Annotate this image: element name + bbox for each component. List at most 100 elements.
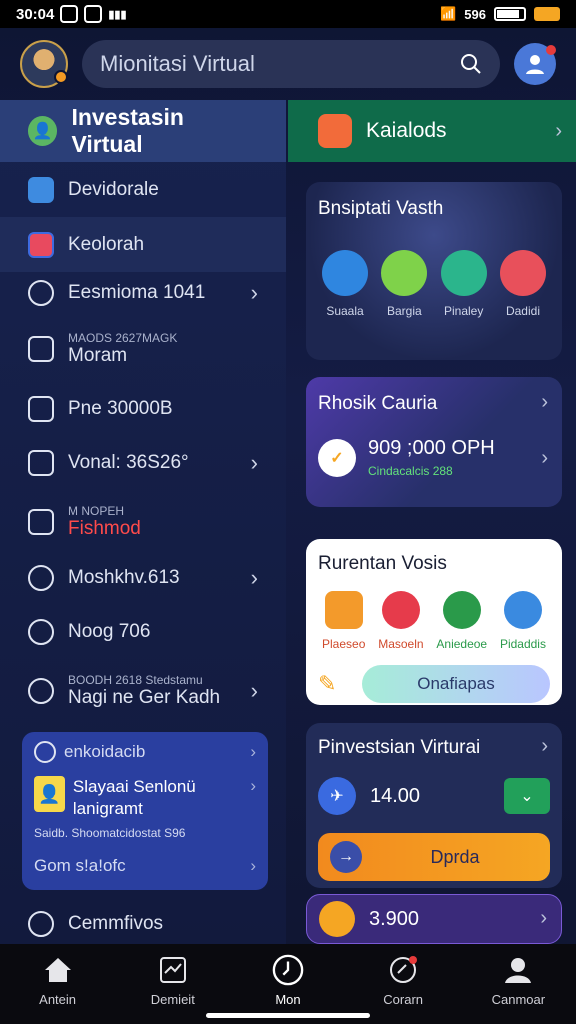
nav-statistics[interactable]: Demieit xyxy=(123,954,223,1007)
sidebar-item[interactable]: BOODH 2618 Stedstamu Nagi ne Ger Kadh › xyxy=(0,660,286,722)
card-title: Rurentan Vosis xyxy=(318,553,447,574)
sidebar-item[interactable]: Vonal: 36S26° › xyxy=(0,434,286,492)
nav-center[interactable]: Mon xyxy=(238,954,338,1007)
sidebar-item-sub: BOODH 2618 Stedstamu xyxy=(68,673,203,687)
sidebar-footer-item[interactable]: Cemmfivos xyxy=(0,906,286,942)
balance-card[interactable]: Rhosik Cauria › ✓ 909 ;000 OPH Cindacalc… xyxy=(306,377,562,507)
sidebar-item-label: Nagi ne Ger Kadh xyxy=(68,687,221,708)
quick-action[interactable]: Dadidi xyxy=(499,250,546,318)
promo-image: 👤 xyxy=(34,776,65,812)
minus-circle-icon xyxy=(28,678,54,704)
nav-label: Demieit xyxy=(150,992,195,1007)
nav-notifications[interactable]: Corarn xyxy=(353,954,453,1007)
nav-home[interactable]: Antein xyxy=(8,954,108,1007)
sidebar-title: Investasin Virtual xyxy=(71,104,184,157)
face-icon xyxy=(381,250,428,296)
balance-sub: Cindacalcis 288 xyxy=(368,464,453,478)
service-label: Masoeln xyxy=(378,637,424,651)
sidebar-item-label: Pne 30000B xyxy=(68,398,173,419)
chevron-right-icon: › xyxy=(250,776,256,795)
invest-button[interactable]: → Dprda xyxy=(318,833,550,881)
chevron-right-icon: › xyxy=(541,391,548,413)
service-label: Plaeseo xyxy=(322,637,366,651)
service-item[interactable]: Pidaddis xyxy=(500,591,546,651)
check-icon xyxy=(381,591,420,629)
pen-icon xyxy=(503,591,542,629)
chevron-right-icon: › xyxy=(541,735,548,757)
service-label: Aniedeoe xyxy=(436,637,488,651)
info-icon xyxy=(28,911,54,937)
service-label: Pidaddis xyxy=(499,637,546,651)
calendar-icon xyxy=(28,336,54,362)
wifi-icon: 📶 xyxy=(440,6,457,21)
promo-title: Slayaai Senlonü lanigramt xyxy=(72,777,196,818)
badge-dot xyxy=(54,70,68,84)
quick-action-label: Bargia xyxy=(386,304,422,318)
chevron-right-icon: › xyxy=(541,447,548,469)
service-item[interactable]: Plaeseo xyxy=(322,591,365,651)
sidebar-item-label: Moram xyxy=(68,345,128,366)
compass-icon xyxy=(387,954,419,986)
quick-action[interactable]: Pinaley xyxy=(440,250,487,318)
sidebar: 👤 Investasin Virtual Devidorale Keolorah… xyxy=(0,100,286,944)
sidebar-item[interactable]: MAODS 2627MAGK Moram xyxy=(0,314,286,384)
wallet-icon xyxy=(28,231,54,258)
sidebar-item[interactable]: Eesmioma 1041 › xyxy=(0,272,286,314)
arrow-right-icon: → xyxy=(330,841,362,873)
battery-icon xyxy=(494,7,526,21)
user-icon xyxy=(28,619,54,645)
card-title: Rhosik Cauria xyxy=(318,393,438,414)
profile-button[interactable] xyxy=(514,43,556,85)
user-avatar[interactable] xyxy=(20,40,68,88)
promo-bottom-label: Gom s!a!ofc xyxy=(34,856,126,875)
charging-icon xyxy=(534,7,560,21)
sidebar-item[interactable]: Noog 706 xyxy=(0,604,286,660)
sidebar-header[interactable]: 👤 Investasin Virtual xyxy=(0,100,286,162)
bottom-card[interactable]: 3.900 › xyxy=(306,894,562,944)
card-title: Bnsiptati Vasth xyxy=(318,198,444,219)
status-bar: 30:04 ▮▮▮ 📶 596 xyxy=(0,0,576,28)
service-item[interactable]: Masoeln xyxy=(378,591,424,651)
bottom-nav: Antein Demieit Mon Corarn Canmoar xyxy=(0,944,576,1024)
quick-actions-card: Bnsiptati Vasth Suaala Bargia Pinaley Da… xyxy=(306,182,562,360)
document-icon xyxy=(28,396,54,422)
cart-icon xyxy=(318,114,352,148)
pencil-icon: ✎ xyxy=(318,671,337,696)
chevron-right-icon: › xyxy=(250,678,258,703)
chart-icon xyxy=(157,954,189,986)
home-icon xyxy=(42,954,74,986)
right-column: Kaialods › Bnsiptati Vasth Suaala Bargia… xyxy=(288,100,576,944)
edit-icon xyxy=(440,250,487,296)
quick-action[interactable]: Bargia xyxy=(381,250,428,318)
service-item[interactable]: Aniedeoe xyxy=(436,591,487,651)
promo-sub: Saidb. Shoomatcidostat S96 xyxy=(34,826,186,840)
chevron-right-icon: › xyxy=(540,907,547,929)
sidebar-item[interactable]: Devidorale xyxy=(0,162,286,217)
promo-card[interactable]: enkoidacib › 👤 Slayaai Senlonü lanigramt… xyxy=(22,732,268,890)
chevron-right-icon: › xyxy=(250,856,256,875)
search-icon[interactable] xyxy=(460,53,482,75)
dashboard-icon xyxy=(28,176,54,203)
chevron-right-icon: › xyxy=(555,120,562,142)
sidebar-item[interactable]: Pne 30000B xyxy=(0,384,286,434)
calculator-icon xyxy=(28,509,54,535)
chevron-down-icon[interactable]: ⌄ xyxy=(504,778,550,814)
top-card-label: Kaialods xyxy=(366,119,447,142)
sidebar-item[interactable]: M NOPEH Fishmod xyxy=(0,492,286,552)
top-card[interactable]: Kaialods › xyxy=(288,100,576,162)
notification-icon xyxy=(84,5,103,23)
search-bar[interactable]: Mionitasi Virtual xyxy=(82,40,500,88)
investment-value: 14.00 xyxy=(370,784,421,807)
avatar-icon xyxy=(319,901,355,937)
sidebar-item[interactable]: Moshkhv.613 › xyxy=(0,552,286,604)
grid-icon xyxy=(322,250,368,296)
services-button[interactable]: Onafiapas xyxy=(362,665,550,703)
investment-card[interactable]: Pinvestsian Virturai › ✈ 14.00 ⌄ → Dprda xyxy=(306,723,562,888)
nav-profile[interactable]: Canmoar xyxy=(468,954,568,1007)
sidebar-item[interactable]: Keolorah xyxy=(0,217,286,272)
sidebar-item-label: Keolorah xyxy=(68,233,145,255)
quick-action-label: Dadidi xyxy=(505,304,540,318)
quick-action[interactable]: Suaala xyxy=(322,250,368,318)
clock-icon xyxy=(272,954,304,986)
clock-icon xyxy=(28,280,54,306)
